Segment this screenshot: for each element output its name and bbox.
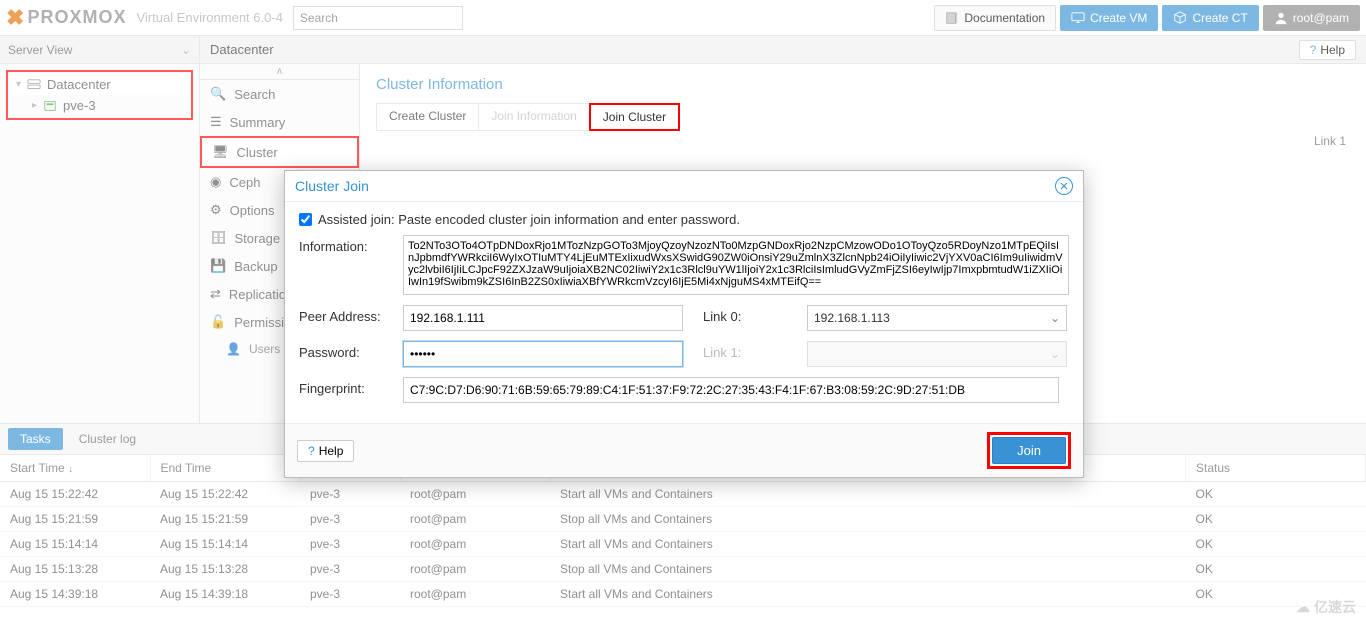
table-row[interactable]: Aug 15 15:14:14Aug 15 15:14:14pve-3root@…: [0, 532, 1366, 557]
peer-address-input[interactable]: [403, 305, 683, 331]
link1-label: Link 1:: [703, 341, 807, 360]
server-icon: [27, 78, 41, 92]
user-menu-button[interactable]: root@pam: [1263, 5, 1360, 31]
password-input[interactable]: [403, 341, 683, 367]
documentation-button[interactable]: Documentation: [934, 5, 1056, 31]
cloud-icon: ☁: [1296, 599, 1310, 616]
tree-item-node[interactable]: ▸ pve-3: [10, 95, 189, 116]
help-icon: ?: [1310, 43, 1317, 57]
search-icon: 🔍: [210, 86, 226, 102]
join-button[interactable]: Join: [992, 437, 1066, 464]
expand-icon[interactable]: ▾: [16, 79, 21, 90]
col-status[interactable]: Status: [1186, 455, 1366, 482]
create-vm-button[interactable]: Create VM: [1060, 5, 1158, 31]
join-info-textarea[interactable]: To2NTo3OTo4OTpDNDoxRjo1MTozNzpGOTo3MjoyQ…: [403, 235, 1069, 295]
sync-icon: ⇄: [210, 286, 221, 302]
content-header: Datacenter ? Help: [200, 36, 1366, 64]
help-icon: ?: [308, 444, 315, 458]
highlight-box: ▾ Datacenter ▸ pve-3: [6, 70, 193, 120]
create-ct-button[interactable]: Create CT: [1162, 5, 1258, 31]
fingerprint-input[interactable]: [403, 377, 1059, 403]
expand-icon[interactable]: ▸: [32, 100, 37, 111]
chevron-down-icon: ⌄: [1050, 311, 1060, 325]
user-icon: 👤: [226, 342, 241, 356]
menu-summary[interactable]: ☰Summary: [200, 108, 359, 136]
help-button[interactable]: ? Help: [1299, 40, 1356, 60]
tab-cluster-log[interactable]: Cluster log: [67, 428, 148, 450]
join-cluster-button[interactable]: Join Cluster: [589, 103, 680, 131]
peer-label: Peer Address:: [299, 305, 403, 324]
assisted-join-label: Assisted join: Paste encoded cluster joi…: [318, 212, 740, 227]
product-name: PROXMOX: [27, 7, 126, 28]
col-start[interactable]: Start Time ↓: [0, 455, 150, 482]
collapse-handle[interactable]: ∧: [200, 64, 359, 80]
version-label: Virtual Environment 6.0-4: [136, 10, 282, 25]
save-icon: 💾: [210, 258, 226, 274]
logo-x-icon: ✖: [6, 5, 25, 31]
resource-tree-panel: Server View ⌄ ▾ Datacenter ▸ pve-3: [0, 36, 200, 423]
menu-cluster[interactable]: 🖥Cluster: [200, 136, 359, 168]
user-icon: [1274, 11, 1288, 25]
menu-search[interactable]: 🔍Search: [200, 80, 359, 108]
column-link1: Link 1: [1314, 134, 1346, 148]
lock-icon: 🔓: [210, 314, 226, 330]
close-button[interactable]: ✕: [1055, 177, 1073, 195]
node-icon: [43, 99, 57, 113]
chevron-down-icon: ⌄: [181, 43, 191, 57]
book-icon: [945, 11, 959, 25]
breadcrumb: Datacenter: [210, 42, 274, 57]
assisted-join-checkbox[interactable]: [299, 213, 312, 226]
global-search-input[interactable]: [293, 6, 463, 30]
link1-select: ⌄: [807, 341, 1067, 367]
database-icon: 🗄: [210, 230, 227, 246]
create-cluster-button[interactable]: Create Cluster: [377, 104, 479, 130]
fingerprint-label: Fingerprint:: [299, 377, 403, 396]
desktop-icon: [1071, 11, 1085, 25]
tab-tasks[interactable]: Tasks: [8, 428, 63, 450]
table-row[interactable]: Aug 15 14:39:18Aug 15 14:39:18pve-3root@…: [0, 582, 1366, 607]
table-row[interactable]: Aug 15 15:21:59Aug 15 15:21:59pve-3root@…: [0, 507, 1366, 532]
tree-item-datacenter[interactable]: ▾ Datacenter: [10, 74, 189, 95]
link0-label: Link 0:: [703, 305, 807, 324]
ceph-icon: ◉: [210, 174, 221, 190]
sort-down-icon: ↓: [68, 464, 73, 475]
table-row[interactable]: Aug 15 15:13:28Aug 15 15:13:28pve-3root@…: [0, 557, 1366, 582]
section-title: Cluster Information: [376, 76, 1350, 93]
cube-icon: [1173, 11, 1187, 25]
tree-view-selector[interactable]: Server View ⌄: [0, 36, 199, 64]
watermark: ☁ 亿速云: [1296, 597, 1356, 617]
col-end[interactable]: End Time: [150, 455, 300, 482]
link0-select[interactable]: 192.168.1.113 ⌄: [807, 305, 1067, 331]
info-label: Information:: [299, 235, 403, 254]
highlight-box: Join: [987, 432, 1071, 469]
list-icon: ☰: [210, 114, 222, 130]
app-header: ✖ PROXMOX Virtual Environment 6.0-4 Docu…: [0, 0, 1366, 36]
server-icon: 🖥: [212, 144, 229, 160]
dialog-help-button[interactable]: ? Help: [297, 440, 354, 462]
gear-icon: ⚙: [210, 202, 222, 218]
table-row[interactable]: Aug 15 15:22:42Aug 15 15:22:42pve-3root@…: [0, 482, 1366, 507]
dialog-title: Cluster Join: [295, 178, 369, 194]
password-label: Password:: [299, 341, 403, 360]
logo: ✖ PROXMOX: [6, 5, 126, 31]
join-info-button: Join Information: [479, 104, 589, 130]
chevron-down-icon: ⌄: [1050, 347, 1060, 361]
cluster-join-dialog: Cluster Join ✕ Assisted join: Paste enco…: [284, 170, 1084, 478]
